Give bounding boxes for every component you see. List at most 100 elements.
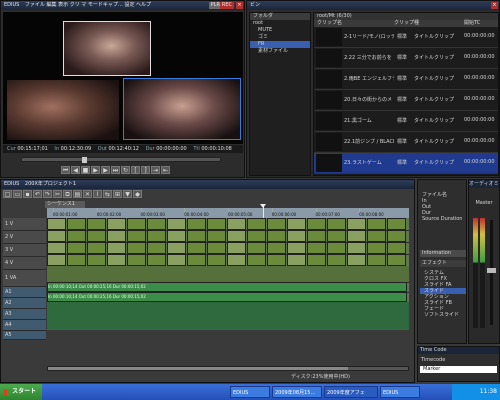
video-clip[interactable]	[287, 254, 306, 266]
track-header[interactable]: 4 V	[3, 257, 46, 270]
save-icon[interactable]: ▪	[23, 190, 32, 198]
tree-item-trash[interactable]: ゴミ	[250, 34, 310, 41]
track-header[interactable]: 3 V	[3, 244, 46, 257]
video-clip[interactable]	[207, 254, 226, 266]
video-clip[interactable]	[227, 254, 246, 266]
video-clip[interactable]	[287, 242, 306, 254]
clip-row[interactable]: 23.ラストゲーム 標準 タイトルクリップ 00:00:00:00	[314, 153, 498, 174]
information-tab[interactable]: Information	[420, 250, 466, 257]
rewind-icon[interactable]: ◀	[71, 166, 80, 174]
clip-row[interactable]: 2-1リード/モノ(ロッテール)標準タイトルクリップ 00:00:00:00	[314, 27, 498, 48]
video-clip[interactable]	[227, 218, 246, 230]
snap-icon[interactable]: ⊞	[113, 190, 122, 198]
video-clip[interactable]	[127, 230, 146, 242]
track-header[interactable]: A1	[3, 287, 46, 298]
video-clip[interactable]	[147, 242, 166, 254]
video-clip[interactable]	[67, 218, 86, 230]
track-lane[interactable]	[47, 266, 409, 283]
video-clip[interactable]	[367, 242, 386, 254]
timeline-ruler[interactable]: 00:00:01:00 00:00:02:00 00:00:03:00 00:00:0…	[47, 208, 409, 218]
video-clip[interactable]	[327, 242, 346, 254]
video-clip[interactable]	[207, 242, 226, 254]
task-item-4[interactable]: EDIUS	[380, 386, 420, 398]
video-clip[interactable]	[187, 242, 206, 254]
video-clip[interactable]	[387, 242, 406, 254]
video-clip[interactable]	[107, 242, 126, 254]
video-clip[interactable]	[187, 254, 206, 266]
video-clip[interactable]	[47, 254, 66, 266]
menu-bar[interactable]: ファイル 編集 表示 クリ マ モードキャプ… 設定 ヘルプ	[25, 2, 151, 8]
undo-icon[interactable]: ↶	[33, 190, 42, 198]
render-icon[interactable]: ◆	[133, 190, 142, 198]
tree-item-materials[interactable]: 素材ファイル	[250, 48, 310, 55]
video-clip[interactable]	[327, 254, 346, 266]
video-clip[interactable]	[207, 218, 226, 230]
video-clip[interactable]	[287, 218, 306, 230]
task-item-2[interactable]: 2009年08月15…	[272, 386, 322, 398]
video-clip[interactable]	[387, 230, 406, 242]
copy-icon[interactable]: ⧉	[63, 190, 72, 198]
tree-item-mute[interactable]: MUTE	[250, 27, 310, 34]
video-clip[interactable]	[347, 218, 366, 230]
prev-edit-icon[interactable]: ⏮	[61, 166, 70, 174]
track-header[interactable]: A2	[3, 298, 46, 309]
video-clip[interactable]	[167, 230, 186, 242]
next-edit-icon[interactable]: ⏭	[111, 166, 120, 174]
cut-icon[interactable]: ✂	[53, 190, 62, 198]
track-header[interactable]: A3	[3, 309, 46, 320]
video-clip[interactable]	[87, 218, 106, 230]
close-bin-icon[interactable]: ×	[491, 2, 498, 9]
video-clip[interactable]	[67, 254, 86, 266]
video-clip[interactable]	[167, 218, 186, 230]
fx-item[interactable]: ソフトスライド	[420, 312, 466, 318]
close-icon[interactable]: ×	[236, 2, 243, 9]
timeline-scrollbar[interactable]	[47, 366, 409, 371]
fast-forward-icon[interactable]: ▶	[101, 166, 110, 174]
timeline-scroll-thumb[interactable]	[48, 367, 348, 370]
video-clip[interactable]	[307, 230, 326, 242]
col-name[interactable]: クリップ名	[317, 20, 342, 27]
video-clip[interactable]	[207, 230, 226, 242]
video-clip[interactable]	[367, 218, 386, 230]
video-clip[interactable]	[227, 230, 246, 242]
video-clip[interactable]	[87, 242, 106, 254]
clip-row[interactable]: 20.日々の街からのメ 標準 タイトルクリップ 00:00:00:00	[314, 90, 498, 111]
video-clip[interactable]	[167, 254, 186, 266]
tab-sequence[interactable]: シーケンス1	[45, 201, 85, 208]
video-clip[interactable]	[147, 218, 166, 230]
tree-item-root[interactable]: root	[250, 20, 310, 27]
mark-out-icon[interactable]: ]	[141, 166, 150, 174]
paste-icon[interactable]: ▤	[73, 190, 82, 198]
video-clip[interactable]	[347, 242, 366, 254]
task-item-3[interactable]: 2009年度アフェ	[324, 386, 378, 398]
video-clip[interactable]	[87, 230, 106, 242]
video-clip[interactable]	[247, 254, 266, 266]
video-clip[interactable]	[107, 218, 126, 230]
clip-row[interactable]: 21.黒ゴーム 標準 タイトルクリップ 00:00:00:00	[314, 111, 498, 132]
video-clip[interactable]	[347, 230, 366, 242]
razor-icon[interactable]: ⌇	[93, 190, 102, 198]
video-clip[interactable]	[127, 254, 146, 266]
video-clip[interactable]	[387, 218, 406, 230]
ripple-icon[interactable]: ⇆	[103, 190, 112, 198]
video-clip[interactable]	[367, 254, 386, 266]
video-clip[interactable]	[187, 218, 206, 230]
col-tc[interactable]: 開始TC	[464, 20, 480, 27]
new-icon[interactable]: □	[3, 190, 12, 198]
track-header[interactable]: A4	[3, 320, 46, 331]
video-clip[interactable]	[147, 230, 166, 242]
video-clip[interactable]	[247, 230, 266, 242]
video-clip[interactable]	[187, 230, 206, 242]
task-item-1[interactable]: EDIUS	[230, 386, 270, 398]
track-header[interactable]: A5	[3, 331, 46, 340]
video-clip[interactable]	[47, 218, 66, 230]
video-clip[interactable]	[47, 242, 66, 254]
insert-icon[interactable]: ⇥	[151, 166, 160, 174]
video-clip[interactable]	[327, 230, 346, 242]
video-clip[interactable]	[227, 242, 246, 254]
video-clip[interactable]	[247, 218, 266, 230]
marker-icon[interactable]: ▼	[123, 190, 132, 198]
video-clip[interactable]	[87, 254, 106, 266]
video-clip[interactable]	[387, 254, 406, 266]
video-clip[interactable]	[147, 254, 166, 266]
